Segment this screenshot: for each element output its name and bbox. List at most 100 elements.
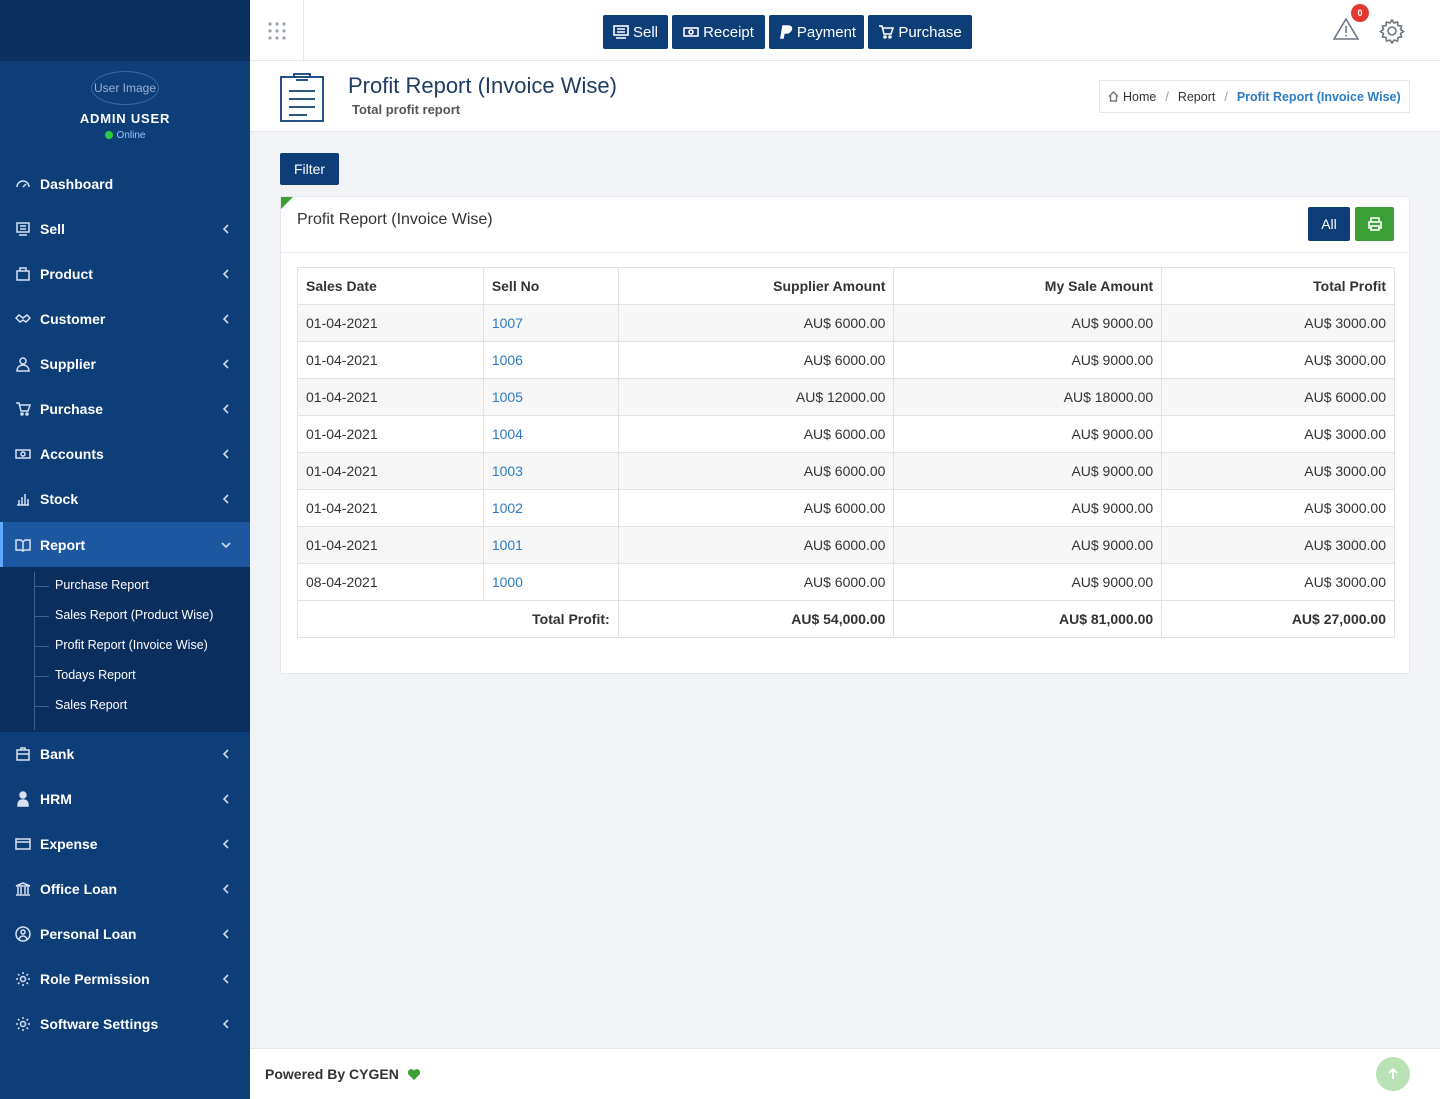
table-row: 01-04-2021 1002 AU$ 6000.00 AU$ 9000.00 …: [297, 489, 1395, 527]
report-submenu: Purchase Report Sales Report (Product Wi…: [0, 567, 250, 732]
sidebar-item-label: Sell: [40, 220, 65, 237]
handshake-icon: [15, 311, 37, 327]
notification-badge: 0: [1351, 4, 1369, 22]
sidebar-item-supplier[interactable]: Supplier: [0, 341, 250, 386]
table-row: 01-04-2021 1007 AU$ 6000.00 AU$ 9000.00 …: [297, 304, 1395, 342]
print-button[interactable]: [1355, 207, 1394, 241]
sidebar-item-label: Purchase: [40, 400, 104, 417]
sidebar-item-office-loan[interactable]: Office Loan: [0, 866, 250, 911]
gear-icon: [1379, 18, 1405, 45]
book-icon: [15, 537, 37, 553]
sell-no-link[interactable]: 1007: [482, 304, 619, 342]
apps-grid-icon: [267, 21, 286, 40]
submenu-item-sales-report[interactable]: Sales Report: [34, 698, 127, 712]
chevron-left-icon: [220, 402, 232, 414]
submenu-item-purchase-report[interactable]: Purchase Report: [35, 578, 149, 592]
table-row: 01-04-2021 1006 AU$ 6000.00 AU$ 9000.00 …: [297, 341, 1395, 379]
column-header-sell-no[interactable]: Sell No: [482, 267, 619, 305]
sidebar-item-report[interactable]: Report: [0, 522, 250, 567]
sidebar-item-purchase[interactable]: Purchase: [0, 386, 250, 431]
sidebar-item-product[interactable]: Product: [0, 251, 250, 296]
profit-cell: AU$ 3000.00: [1161, 304, 1395, 342]
profit-cell: AU$ 3000.00: [1161, 526, 1395, 564]
chevron-left-icon: [220, 837, 232, 849]
submenu-item-todays-report[interactable]: Todays Report: [35, 668, 136, 682]
sell-no-link[interactable]: 1005: [482, 378, 619, 416]
sidebar: User Image ADMIN USER Online Dashboard S…: [0, 0, 250, 1099]
total-profit: AU$ 27,000.00: [1161, 600, 1395, 638]
quick-sell-button[interactable]: Sell: [603, 15, 668, 49]
sidebar-item-software-settings[interactable]: Software Settings: [0, 1001, 250, 1046]
table-row: 01-04-2021 1003 AU$ 6000.00 AU$ 9000.00 …: [297, 452, 1395, 490]
sell-no-link[interactable]: 1006: [482, 341, 619, 379]
home-icon: [1108, 90, 1119, 104]
sidebar-item-role-permission[interactable]: Role Permission: [0, 956, 250, 1001]
print-icon: [1367, 217, 1382, 231]
filter-button[interactable]: Filter: [280, 153, 339, 185]
sell-no-link[interactable]: 1000: [482, 563, 619, 601]
supplier-amount-cell: AU$ 6000.00: [617, 304, 895, 342]
arrow-up-icon: [1388, 1068, 1398, 1079]
supplier-amount-cell: AU$ 6000.00: [617, 526, 895, 564]
sell-no-link[interactable]: 1004: [482, 415, 619, 453]
user-status: Online: [0, 130, 250, 141]
sidebar-item-label: Customer: [40, 310, 106, 327]
apps-grid-button[interactable]: [250, 0, 304, 61]
totals-label: Total Profit:: [297, 600, 619, 638]
table-row: 01-04-2021 1005 AU$ 12000.00 AU$ 18000.0…: [297, 378, 1395, 416]
sales-date-cell: 01-04-2021: [297, 526, 484, 564]
all-button[interactable]: All: [1308, 207, 1350, 241]
sidebar-item-label: Report: [40, 536, 86, 553]
submenu-item-sales-report-product-wise[interactable]: Sales Report (Product Wise): [34, 608, 213, 622]
profit-cell: AU$ 3000.00: [1161, 415, 1395, 453]
sale-amount-cell: AU$ 9000.00: [893, 563, 1163, 601]
sidebar-item-accounts[interactable]: Accounts: [0, 431, 250, 476]
sale-amount-cell: AU$ 9000.00: [893, 526, 1163, 564]
page-title: Profit Report (Invoice Wise): [348, 73, 617, 98]
breadcrumb-report[interactable]: Report: [1178, 90, 1216, 104]
scroll-to-top-button[interactable]: [1376, 1057, 1410, 1091]
column-header-supplier-amount[interactable]: Supplier Amount: [617, 267, 895, 305]
sidebar-item-stock[interactable]: Stock: [0, 476, 250, 521]
person-icon: [15, 790, 37, 807]
sidebar-item-personal-loan[interactable]: Personal Loan: [0, 911, 250, 956]
online-dot-icon: [104, 131, 113, 139]
column-header-sales-date[interactable]: Sales Date: [297, 267, 484, 305]
quick-sell-label: Sell: [632, 23, 658, 41]
sidebar-item-expense[interactable]: Expense: [0, 821, 250, 866]
sidebar-item-sell[interactable]: Sell: [0, 206, 250, 251]
sidebar-item-hrm[interactable]: HRM: [0, 776, 250, 821]
supplier-amount-cell: AU$ 6000.00: [617, 341, 895, 379]
sidebar-brand-area: [0, 0, 250, 61]
profit-cell: AU$ 6000.00: [1161, 378, 1395, 416]
sidebar-item-dashboard[interactable]: Dashboard: [0, 161, 250, 206]
sale-amount-cell: AU$ 9000.00: [893, 489, 1163, 527]
settings-button[interactable]: [1379, 18, 1405, 45]
money-icon: [15, 446, 37, 462]
quick-purchase-label: Purchase: [898, 23, 962, 41]
sidebar-item-bank[interactable]: Bank: [0, 731, 250, 776]
sell-no-link[interactable]: 1003: [482, 452, 619, 490]
chevron-left-icon: [220, 792, 232, 804]
quick-receipt-label: Receipt: [703, 23, 754, 41]
sidebar-item-customer[interactable]: Customer: [0, 296, 250, 341]
breadcrumb-home[interactable]: Home: [1123, 90, 1156, 104]
sale-amount-cell: AU$ 9000.00: [893, 452, 1163, 490]
sell-no-link[interactable]: 1001: [482, 526, 619, 564]
avatar: User Image: [91, 71, 159, 105]
sale-amount-cell: AU$ 18000.00: [893, 378, 1163, 416]
totals-row: Total Profit: AU$ 54,000.00 AU$ 81,000.0…: [297, 600, 1395, 638]
sidebar-item-label: HRM: [40, 790, 72, 807]
bar-chart-icon: [15, 491, 37, 507]
column-header-my-sale-amount[interactable]: My Sale Amount: [893, 267, 1163, 305]
quick-receipt-button[interactable]: Receipt: [672, 15, 765, 49]
column-header-total-profit[interactable]: Total Profit: [1161, 267, 1395, 305]
card-title: Profit Report (Invoice Wise): [297, 211, 493, 228]
sales-date-cell: 01-04-2021: [297, 452, 484, 490]
sidebar-item-label: Bank: [40, 745, 75, 762]
table-row: 08-04-2021 1000 AU$ 6000.00 AU$ 9000.00 …: [297, 563, 1395, 601]
submenu-item-profit-report-invoice-wise[interactable]: Profit Report (Invoice Wise): [35, 638, 208, 652]
sell-no-link[interactable]: 1002: [482, 489, 619, 527]
quick-purchase-button[interactable]: Purchase: [868, 15, 972, 49]
quick-payment-button[interactable]: Payment: [769, 15, 864, 49]
